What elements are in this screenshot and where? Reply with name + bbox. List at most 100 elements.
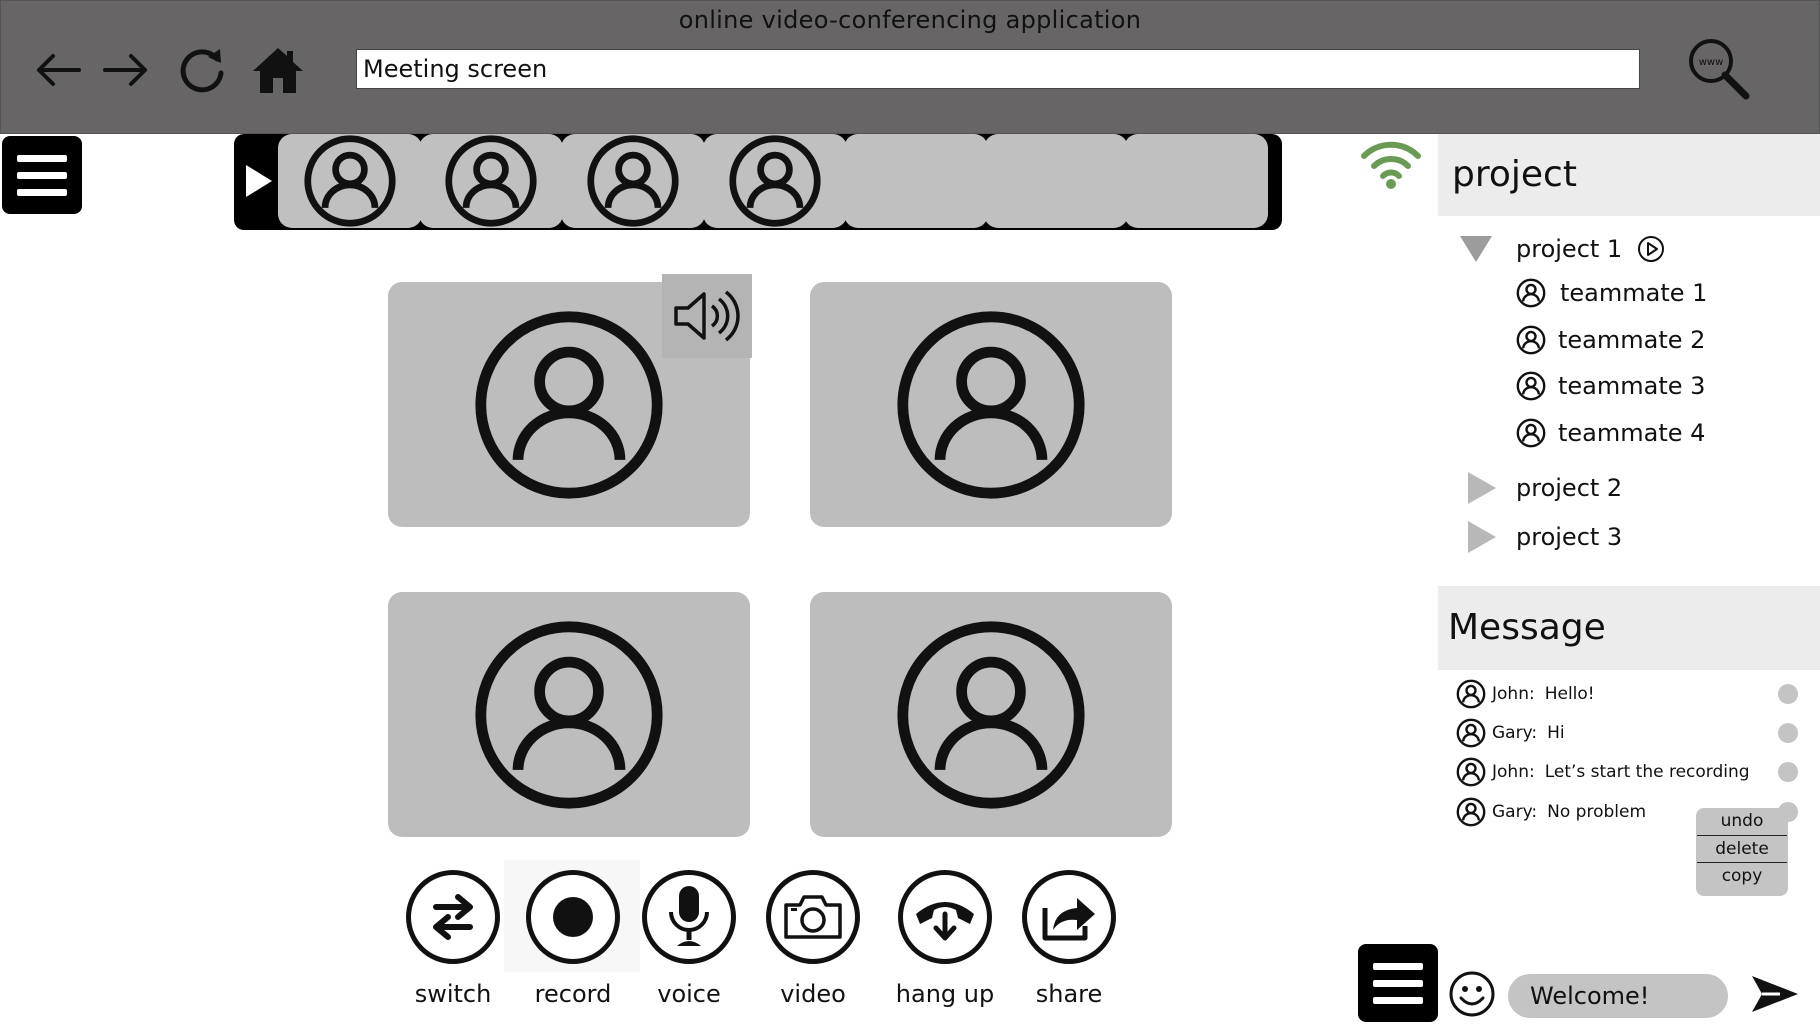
- message-context-menu: undo delete copy: [1696, 808, 1788, 896]
- reload-button[interactable]: [172, 40, 232, 100]
- delete-menu-item[interactable]: delete: [1697, 835, 1787, 862]
- message-text: Hello!: [1544, 684, 1595, 704]
- message-row[interactable]: Gary: Hi: [1456, 718, 1565, 748]
- project-name: project 1: [1516, 235, 1623, 263]
- search-button[interactable]: www: [1684, 34, 1754, 104]
- project-item-2[interactable]: project 2: [1468, 472, 1622, 504]
- message-text: No problem: [1547, 802, 1647, 822]
- microphone-icon: [669, 886, 709, 946]
- send-icon[interactable]: [1750, 972, 1800, 1016]
- project-item-3[interactable]: project 3: [1468, 521, 1622, 553]
- undo-menu-item[interactable]: undo: [1697, 808, 1787, 835]
- address-bar[interactable]: [356, 49, 1640, 89]
- forward-button[interactable]: [96, 40, 156, 100]
- copy-menu-item[interactable]: copy: [1697, 862, 1787, 889]
- share-icon: [1042, 898, 1095, 941]
- record-ring: [526, 870, 620, 964]
- message-row[interactable]: John: Hello!: [1456, 679, 1595, 709]
- user-avatar-icon: [587, 135, 679, 227]
- teammate-name: teammate 3: [1558, 372, 1706, 400]
- video-tile[interactable]: [388, 592, 750, 837]
- switch-arrows-icon: [433, 894, 473, 940]
- message-options-dot[interactable]: [1778, 762, 1798, 782]
- user-avatar-icon: [475, 620, 663, 809]
- voice-button[interactable]: voice: [634, 870, 744, 1008]
- hang-up-label: hang up: [895, 980, 995, 1008]
- share-ring: [1022, 870, 1116, 964]
- teammate-item[interactable]: teammate 3: [1516, 371, 1705, 401]
- camera-icon: [784, 895, 842, 939]
- switch-label: switch: [414, 980, 492, 1008]
- chat-menu-button[interactable]: [1358, 944, 1438, 1022]
- menu-bar: [17, 188, 67, 196]
- participant-slot-empty[interactable]: [984, 134, 1128, 228]
- hang-up-button[interactable]: hang up: [890, 870, 1000, 1008]
- message-sender: Gary:: [1492, 723, 1538, 743]
- project-item-1[interactable]: [1460, 236, 1492, 262]
- message-text: Hi: [1547, 723, 1565, 743]
- participant-slot[interactable]: [278, 134, 422, 228]
- video-tile[interactable]: [810, 592, 1172, 837]
- teammate-name: teammate 1: [1560, 279, 1708, 307]
- user-avatar-icon: [1456, 718, 1486, 748]
- participant-slot[interactable]: [561, 134, 705, 228]
- user-avatar-icon: [1516, 418, 1546, 448]
- message-row[interactable]: John: Let’s start the recording: [1456, 757, 1750, 787]
- user-avatar-icon: [1516, 371, 1546, 401]
- menu-bar: [1373, 962, 1423, 970]
- smiley-icon[interactable]: [1448, 970, 1496, 1018]
- chat-message-input[interactable]: [1508, 974, 1728, 1018]
- video-label: video: [780, 980, 846, 1008]
- svg-text:www: www: [1699, 57, 1724, 68]
- back-button[interactable]: [28, 40, 88, 100]
- user-avatar-icon: [897, 620, 1085, 809]
- search-www-icon: www: [1689, 39, 1750, 100]
- video-tile[interactable]: [810, 282, 1172, 527]
- message-text: Let’s start the recording: [1544, 762, 1750, 782]
- message-row[interactable]: Gary: No problem: [1456, 797, 1646, 827]
- teammate-item[interactable]: teammate 4: [1516, 418, 1705, 448]
- user-avatar-icon: [1516, 325, 1546, 355]
- voice-label: voice: [657, 980, 721, 1008]
- participant-slot[interactable]: [419, 134, 563, 228]
- phone-hangup-icon: [916, 902, 974, 941]
- project-name: project 3: [1516, 523, 1623, 551]
- main-menu-button[interactable]: [2, 136, 82, 214]
- menu-bar: [1373, 996, 1423, 1004]
- teammate-name: teammate 2: [1558, 326, 1706, 354]
- user-avatar-icon: [445, 135, 537, 227]
- home-icon: [253, 48, 303, 93]
- home-button[interactable]: [248, 40, 308, 100]
- message-options-dot[interactable]: [1778, 684, 1798, 704]
- record-label: record: [534, 980, 612, 1008]
- message-sender: John:: [1492, 684, 1535, 704]
- project-panel-title: project: [1438, 134, 1820, 216]
- project-item-1-label-row[interactable]: project 1: [1516, 234, 1666, 264]
- switch-button[interactable]: switch: [398, 870, 508, 1008]
- expanded-triangle-icon: [1460, 236, 1492, 262]
- user-avatar-icon: [1456, 757, 1486, 787]
- message-sender: Gary:: [1492, 802, 1538, 822]
- strip-play-icon[interactable]: [244, 163, 274, 199]
- reload-icon: [180, 49, 224, 93]
- project-name: project 2: [1516, 474, 1623, 502]
- teammate-item[interactable]: teammate 1: [1516, 278, 1707, 308]
- share-button[interactable]: share: [1014, 870, 1124, 1008]
- play-circle-icon[interactable]: [1636, 234, 1666, 264]
- message-options-dot[interactable]: [1778, 723, 1798, 743]
- menu-bar: [1373, 979, 1423, 987]
- record-button[interactable]: record: [518, 870, 628, 1008]
- user-avatar-icon: [897, 310, 1085, 499]
- voice-ring: [642, 870, 736, 964]
- video-button[interactable]: video: [758, 870, 868, 1008]
- active-speaker-badge: [662, 274, 752, 358]
- user-avatar-icon: [1516, 278, 1546, 308]
- hang-up-ring: [898, 870, 992, 964]
- message-sender: John:: [1492, 762, 1535, 782]
- participant-slot[interactable]: [703, 134, 847, 228]
- share-label: share: [1035, 980, 1103, 1008]
- participant-slot-empty[interactable]: [844, 134, 988, 228]
- menu-bar: [17, 154, 67, 162]
- participant-slot-empty[interactable]: [1124, 134, 1268, 228]
- teammate-item[interactable]: teammate 2: [1516, 325, 1705, 355]
